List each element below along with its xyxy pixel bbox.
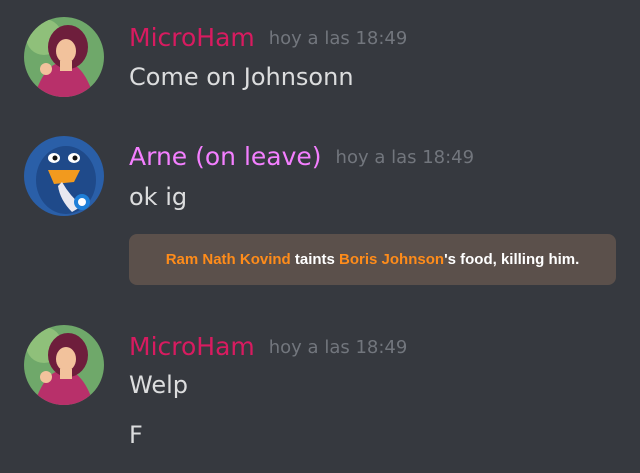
message-timestamp: hoy a las 18:49 (268, 337, 408, 358)
embed-target-name: Boris Johnson (339, 251, 445, 268)
hercules-megara-avatar-icon[interactable] (24, 17, 104, 97)
message-timestamp: hoy a las 18:49 (335, 147, 475, 168)
message-text: Welp (129, 371, 188, 399)
message-author[interactable]: MicroHam hoy a las 18:49 (129, 23, 407, 54)
message-author[interactable]: Arne (on leave) hoy a las 18:49 (129, 142, 474, 173)
embed-rest: 's food, killing him. (444, 251, 580, 268)
author-name[interactable]: Arne (on leave) (129, 142, 322, 171)
penguin-avatar-icon[interactable] (24, 136, 104, 216)
message-text: Come on Johnsonn (129, 63, 354, 91)
embed-card: Ram Nath Kovind taints Boris Johnson's f… (129, 234, 616, 285)
message-author[interactable]: MicroHam hoy a las 18:49 (129, 332, 407, 363)
message-timestamp: hoy a las 18:49 (268, 28, 408, 49)
author-name[interactable]: MicroHam (129, 332, 255, 361)
hercules-megara-avatar-icon[interactable] (24, 325, 104, 405)
message-text: F (129, 421, 143, 449)
embed-actor-name: Ram Nath Kovind (165, 251, 291, 268)
author-name[interactable]: MicroHam (129, 23, 255, 52)
embed-verb: taints (290, 251, 340, 268)
message-text: ok ig (129, 183, 188, 211)
